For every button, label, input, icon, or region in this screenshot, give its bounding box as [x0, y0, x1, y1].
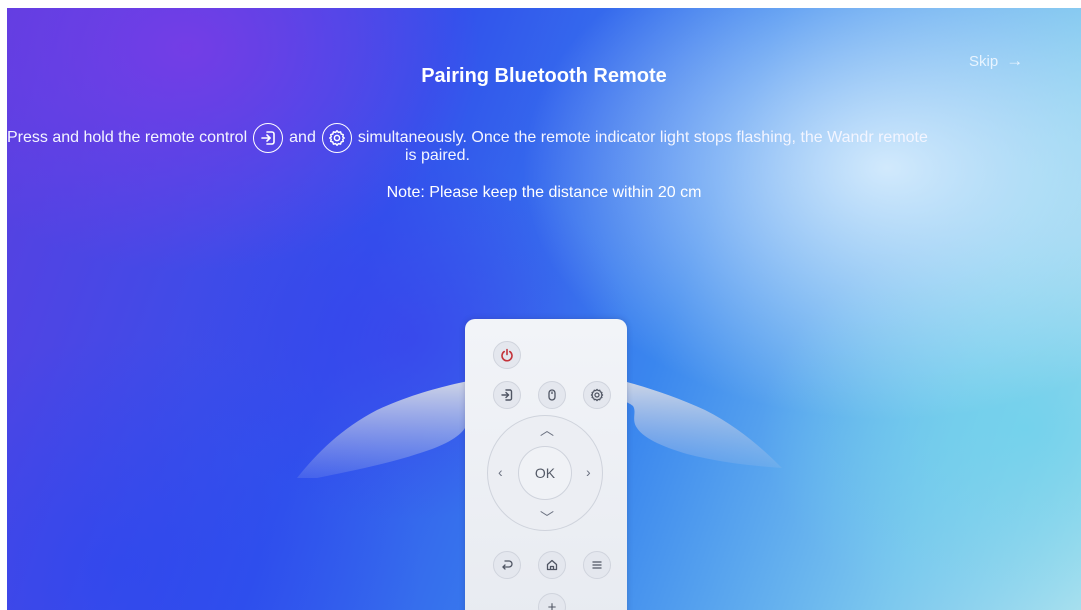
home-icon: [546, 559, 558, 571]
distance-note: Note: Please keep the distance within 20…: [386, 184, 702, 201]
remote-mouse-button: [538, 381, 566, 409]
settings-gear-icon: [321, 123, 352, 153]
page-title: Pairing Bluetooth Remote: [421, 65, 667, 87]
arrow-right-icon: →: [1006, 51, 1024, 70]
remote-volume-up-button: +: [538, 593, 566, 610]
chevron-left-icon: ‹: [498, 464, 503, 480]
mouse-icon: [548, 389, 556, 401]
instruction-text-2: and: [289, 129, 316, 146]
chevron-up-icon: ︿: [540, 422, 554, 438]
back-icon: [502, 560, 513, 570]
chevron-down-icon: ﹀: [540, 510, 554, 526]
remote-back-button: [493, 551, 521, 579]
skip-button[interactable]: Skip →: [969, 51, 1023, 71]
settings-gear-icon: [590, 388, 604, 402]
power-icon: [501, 348, 513, 362]
remote-ok-button: OK: [518, 446, 572, 500]
remote-input-button: [493, 381, 521, 409]
menu-icon: [592, 561, 602, 569]
remote-illustration: ︿ ﹀ ‹ › OK +: [465, 319, 627, 610]
chevron-right-icon: ›: [586, 464, 591, 480]
input-source-icon: [501, 389, 513, 401]
instruction-text-3: simultaneously. Once the remote indicato…: [357, 129, 928, 146]
remote-home-button: [538, 551, 566, 579]
remote-menu-button: [583, 551, 611, 579]
input-source-icon: [253, 123, 284, 153]
pairing-screen: Pairing Bluetooth Remote Skip → Press an…: [7, 8, 1081, 610]
skip-label: Skip: [969, 52, 999, 70]
instruction-text-4: is paired.: [405, 147, 470, 164]
remote-dpad: ︿ ﹀ ‹ › OK: [487, 415, 603, 531]
remote-power-button: [493, 341, 521, 369]
instruction-text-1: Press and hold the remote control: [7, 129, 248, 146]
plus-icon: +: [547, 598, 557, 610]
remote-settings-button: [583, 381, 611, 409]
